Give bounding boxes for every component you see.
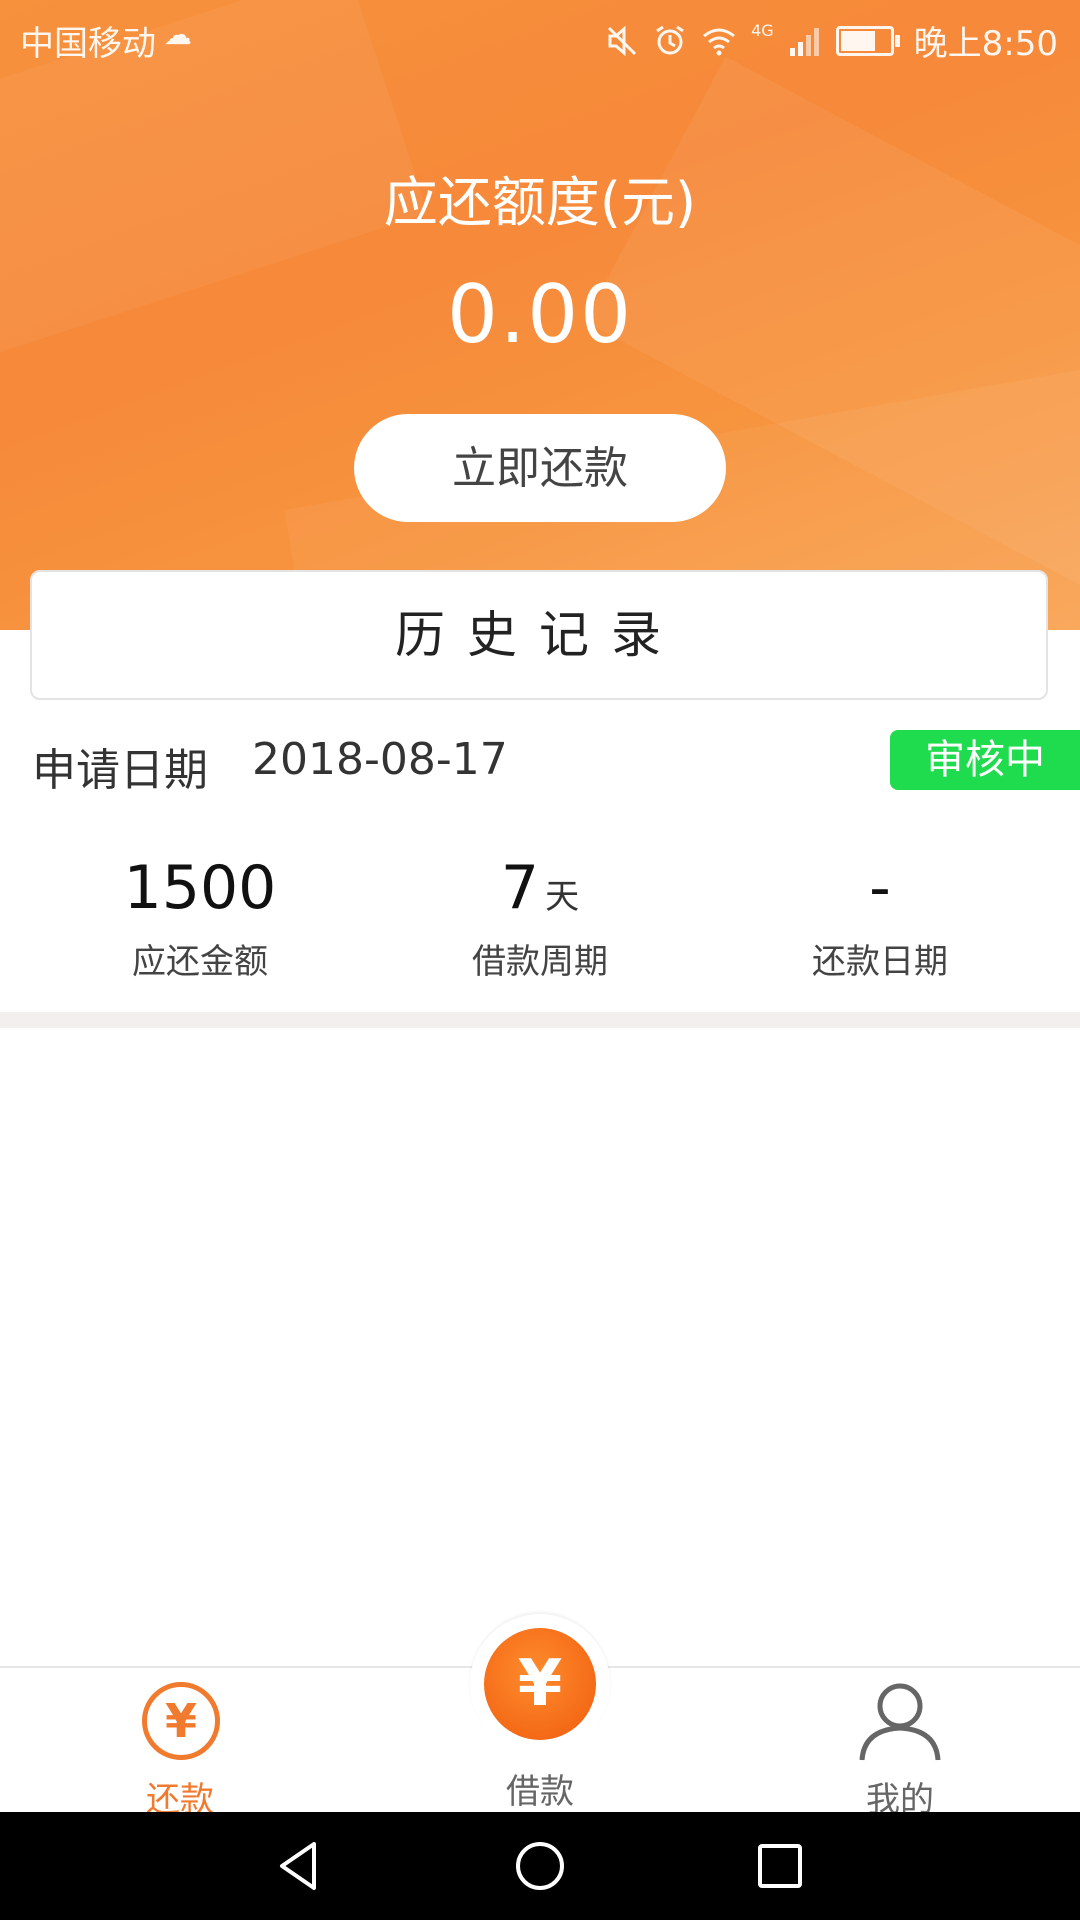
application-date-value: 2018-08-17 (252, 734, 508, 785)
status-badge: 审核中 (890, 730, 1080, 790)
network-type: 4G (751, 21, 774, 40)
mute-icon (608, 25, 637, 56)
alarm-icon (656, 25, 684, 54)
wifi-icon (703, 28, 735, 55)
stat-value: - (710, 850, 1050, 926)
tab-label: 借款 (506, 1772, 574, 1812)
cloud-icon: ☁ (164, 18, 192, 51)
stat-label: 借款周期 (472, 942, 608, 982)
home-icon[interactable] (512, 1838, 568, 1894)
stat-amount-due: 1500 应还金额 (30, 850, 370, 1000)
battery-icon (835, 25, 900, 56)
stat-repay-date: - 还款日期 (710, 850, 1050, 1000)
recents-icon[interactable] (752, 1838, 808, 1894)
tab-repay[interactable]: ¥ 还款 (70, 1668, 290, 1820)
due-amount-title: 应还额度(元) (383, 171, 697, 234)
repayment-header: 中国移动 ☁ 4G 晚上8:50 应还额度(元) 0.00 立即还款 (0, 0, 1080, 630)
app-screen: 中国移动 ☁ 4G 晚上8:50 应还额度(元) 0.00 立即还款 历史记录 … (0, 0, 1080, 1920)
stat-label: 应还金额 (132, 942, 268, 982)
loan-stats: 1500 应还金额 7天 借款周期 - 还款日期 (0, 850, 1080, 1000)
carrier-name: 中国移动 (20, 24, 156, 64)
section-divider (0, 1012, 1080, 1028)
stat-loan-period: 7天 借款周期 (370, 850, 710, 1000)
stat-value: 1500 (30, 850, 370, 926)
stat-number: - (869, 853, 891, 923)
tab-mine[interactable]: 我的 (790, 1668, 1010, 1820)
stat-unit: 天 (545, 877, 580, 917)
clock: 晚上8:50 (913, 24, 1058, 64)
application-date-label: 申请日期 (32, 745, 208, 796)
history-records-button[interactable]: 历史记录 (30, 570, 1048, 700)
stat-label: 还款日期 (812, 942, 948, 982)
yen-badge-icon[interactable]: ¥ (484, 1628, 596, 1740)
status-icons: 4G 晚上8:50 (605, 16, 1058, 65)
yen-circle-icon: ¥ (142, 1682, 220, 1760)
stat-number: 7 (500, 853, 540, 923)
stat-number: 1500 (123, 853, 277, 923)
back-icon[interactable] (272, 1838, 328, 1894)
system-navigation-bar (0, 1812, 1080, 1920)
status-bar: 中国移动 ☁ 4G 晚上8:50 (0, 0, 1080, 74)
stat-value: 7天 (370, 850, 710, 926)
due-amount-value: 0.00 (446, 268, 634, 361)
person-icon (859, 1683, 941, 1761)
signal-icon (789, 27, 819, 56)
repay-now-button[interactable]: 立即还款 (354, 414, 726, 522)
